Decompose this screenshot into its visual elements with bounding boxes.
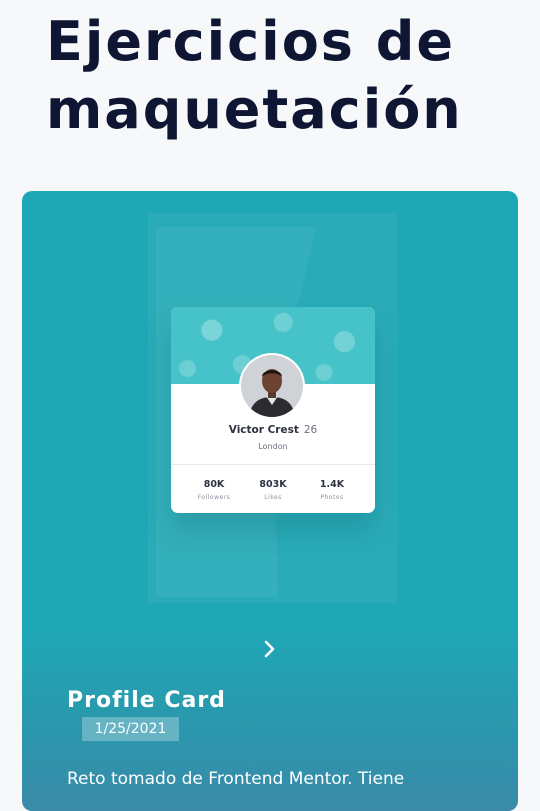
profile-stats: 80K Followers 803K Likes 1.4K Photos xyxy=(185,479,361,501)
page-title: Ejercicios de maquetación xyxy=(46,10,463,141)
stat-value: 803K xyxy=(259,479,287,490)
profile-card-preview: Victor Crest 26 London 80K Followers 803K… xyxy=(171,307,375,513)
project-description: Reto tomado de Frontend Mentor. Tiene xyxy=(67,769,405,789)
stat-followers: 80K Followers xyxy=(185,479,243,501)
chevron-right-icon[interactable] xyxy=(260,637,280,661)
project-date: 1/25/2021 xyxy=(82,717,179,741)
stat-likes: 803K Likes xyxy=(244,479,302,501)
stat-label: Followers xyxy=(197,494,231,501)
project-card[interactable]: Victor Crest 26 London 80K Followers 803K… xyxy=(22,191,518,811)
stat-value: 1.4K xyxy=(319,479,345,490)
avatar xyxy=(239,353,305,419)
profile-age: 26 xyxy=(303,424,318,436)
profile-name: Victor Crest xyxy=(228,424,299,436)
profile-city: London xyxy=(258,442,288,451)
stat-label: Likes xyxy=(264,494,282,501)
card-divider xyxy=(171,464,375,465)
stat-label: Photos xyxy=(320,494,344,501)
project-title[interactable]: Profile Card xyxy=(67,688,226,713)
stat-photos: 1.4K Photos xyxy=(303,479,361,501)
stat-value: 80K xyxy=(203,479,225,490)
profile-name-row: Victor Crest 26 xyxy=(171,424,375,436)
